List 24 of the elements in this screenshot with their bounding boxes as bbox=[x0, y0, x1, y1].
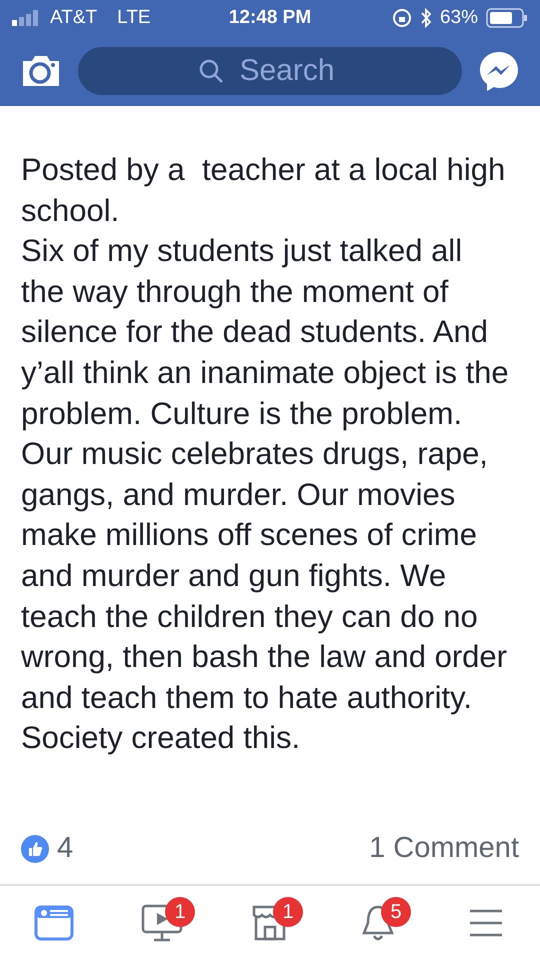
news-feed-icon bbox=[34, 903, 74, 943]
notification-badge: 5 bbox=[381, 897, 411, 927]
search-icon bbox=[198, 58, 224, 84]
camera-icon[interactable] bbox=[20, 53, 62, 89]
search-field[interactable]: Search bbox=[78, 47, 462, 95]
nav-tab[interactable]: 5 bbox=[343, 895, 413, 951]
rotation-lock-icon bbox=[392, 8, 412, 28]
nav-tab[interactable]: 1 bbox=[235, 895, 305, 951]
notification-badge: 1 bbox=[273, 897, 303, 927]
carrier-label: AT&T bbox=[50, 6, 98, 30]
nav-tab[interactable]: 1 bbox=[127, 895, 197, 951]
battery-percent: 63% bbox=[440, 6, 478, 30]
network-label: LTE bbox=[117, 6, 151, 30]
battery-icon bbox=[486, 8, 528, 28]
comment-count[interactable]: 1 Comment bbox=[369, 827, 519, 871]
post-text: Posted by a teacher at a local high school. bbox=[21, 151, 506, 230]
like-icon bbox=[21, 835, 49, 863]
post-text: Society created this. bbox=[21, 719, 302, 758]
clock-time: 12:48 PM bbox=[228, 6, 312, 30]
bluetooth-icon bbox=[420, 8, 432, 28]
post-text: Six of my students just talked all the way through the moment of silence for the dead students. And y’all think an inanimate object is the problem. Culture is the problem. Our music celebrates drugs, rape, gangs, and murder. Our movies make millions off scenes of crime and murder and gun fights. We teach the children they can do no wrong, then bash the law and order and teach them to hate authority. bbox=[21, 232, 510, 717]
messenger-icon[interactable] bbox=[478, 50, 520, 92]
notification-badge: 1 bbox=[165, 897, 195, 927]
like-count: 4 bbox=[57, 831, 74, 866]
